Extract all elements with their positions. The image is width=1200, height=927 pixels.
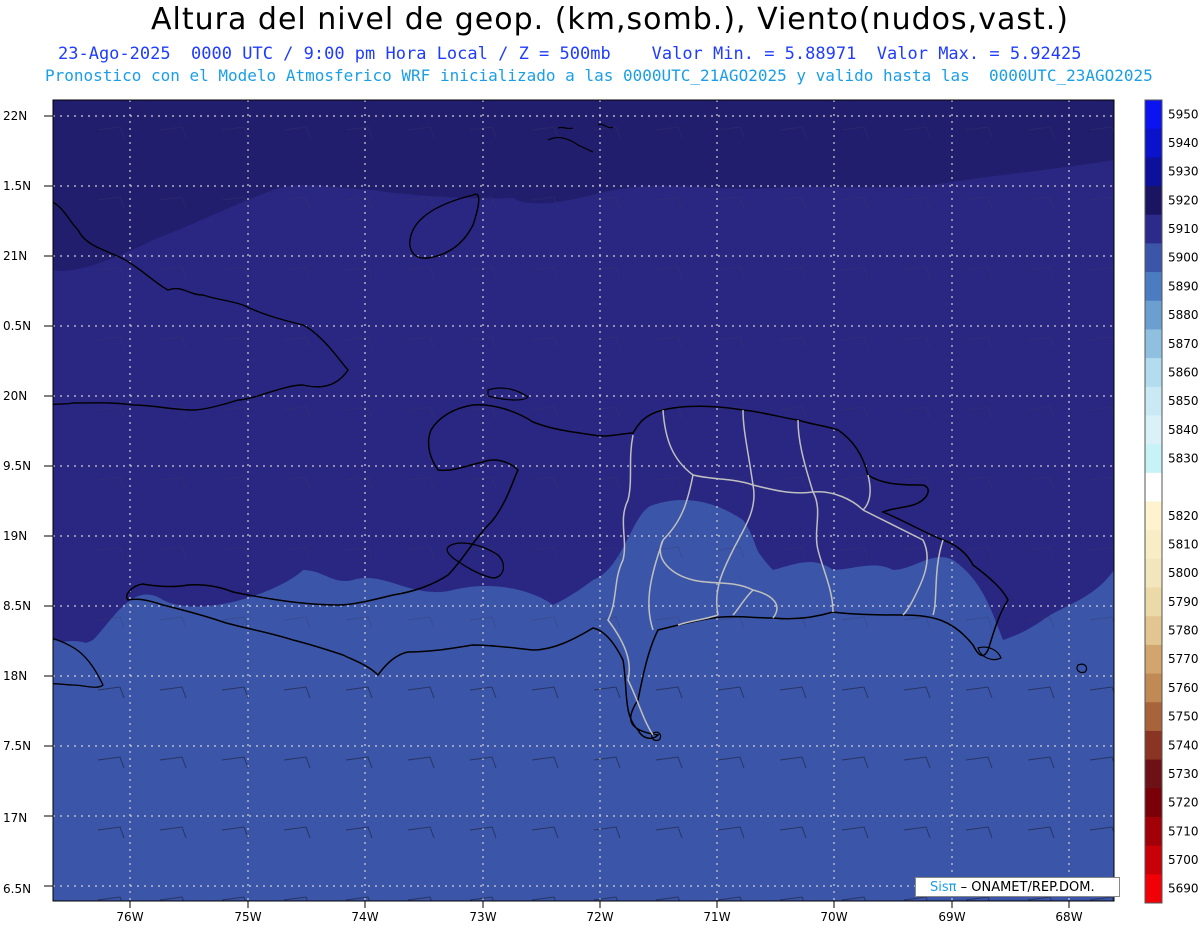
colorbar-label: 5930 bbox=[1168, 165, 1199, 179]
colorbar-swatch bbox=[1145, 300, 1162, 330]
colorbar-swatch bbox=[1145, 673, 1162, 703]
colorbar-swatch bbox=[1145, 644, 1162, 675]
colorbar-swatch bbox=[1145, 845, 1162, 875]
geopotential-map bbox=[42, 100, 1117, 909]
colorbar-label: 5800 bbox=[1168, 566, 1199, 580]
colorbar-label: 5730 bbox=[1168, 767, 1199, 781]
colorbar-frame bbox=[1144, 99, 1163, 904]
colorbar-label: 5690 bbox=[1168, 882, 1199, 896]
colorbar-swatch bbox=[1145, 386, 1162, 416]
lon-label: 69W bbox=[938, 910, 965, 924]
colorbar-swatch bbox=[1145, 186, 1162, 216]
colorbar-swatch bbox=[1145, 558, 1162, 589]
colorbar-swatch bbox=[1145, 329, 1162, 359]
lon-label: 71W bbox=[703, 910, 730, 924]
lat-label: 18N bbox=[3, 669, 27, 683]
lat-label: 1.5N bbox=[3, 179, 31, 193]
colorbar-swatch bbox=[1145, 157, 1162, 187]
lat-label: 6.5N bbox=[3, 882, 31, 896]
colorbar-label: 5900 bbox=[1168, 251, 1199, 265]
colorbar-label: 5720 bbox=[1168, 796, 1199, 810]
lat-label: 17N bbox=[3, 811, 27, 825]
credit-box: Sisπ – ONAMET/REP.DOM. bbox=[915, 877, 1120, 897]
colorbar-label: 5760 bbox=[1168, 681, 1199, 695]
colorbar-label: 5920 bbox=[1168, 193, 1199, 207]
colorbar-swatch bbox=[1145, 128, 1162, 158]
lat-label: 0.5N bbox=[3, 319, 31, 333]
colorbar-swatch bbox=[1145, 243, 1162, 273]
colorbar-swatch bbox=[1145, 788, 1162, 818]
lon-label: 74W bbox=[351, 910, 378, 924]
lat-label: 21N bbox=[3, 249, 27, 263]
colorbar-label: 5840 bbox=[1168, 423, 1199, 437]
colorbar-label: 5830 bbox=[1168, 451, 1199, 465]
colorbar-swatch bbox=[1145, 501, 1162, 531]
colorbar-label: 5770 bbox=[1168, 652, 1199, 666]
lat-label: 22N bbox=[3, 109, 27, 123]
colorbar-swatch bbox=[1145, 816, 1162, 847]
lat-label: 8.5N bbox=[3, 599, 31, 613]
colorbar-label: 5810 bbox=[1168, 538, 1199, 552]
colorbar-label: 5780 bbox=[1168, 624, 1199, 638]
colorbar-label: 5890 bbox=[1168, 279, 1199, 293]
forecast-time-line: 23-Ago-2025 0000 UTC / 9:00 pm Hora Loca… bbox=[58, 44, 1082, 64]
map-title: Altura del nivel de geop. (km,somb.), Vi… bbox=[151, 2, 1069, 37]
colorbar-swatch bbox=[1145, 415, 1162, 445]
colorbar-swatch bbox=[1145, 358, 1162, 388]
lat-label: 19N bbox=[3, 529, 27, 543]
colorbar-label: 5740 bbox=[1168, 738, 1199, 752]
colorbar-swatch bbox=[1145, 530, 1162, 560]
colorbar-label: 5790 bbox=[1168, 595, 1199, 609]
sispi-brand: Sisπ bbox=[930, 880, 957, 895]
colorbar: 5950 5940 5930 5920 5910 5900 5890 5880 5870 5860… bbox=[1144, 99, 1199, 904]
colorbar-swatch bbox=[1145, 472, 1162, 502]
lon-label: 76W bbox=[116, 910, 143, 924]
colorbar-swatch bbox=[1145, 730, 1162, 761]
colorbar-label: 5910 bbox=[1168, 222, 1199, 236]
colorbar-swatch bbox=[1145, 214, 1162, 244]
colorbar-label: 5950 bbox=[1168, 107, 1199, 121]
lon-label: 70W bbox=[820, 910, 847, 924]
lat-label: 20N bbox=[3, 389, 27, 403]
colorbar-label: 5750 bbox=[1168, 710, 1199, 724]
colorbar-swatch bbox=[1145, 444, 1162, 474]
lon-label: 72W bbox=[586, 910, 613, 924]
colorbar-swatch bbox=[1145, 874, 1162, 904]
colorbar-swatch bbox=[1145, 759, 1162, 789]
lat-label: 7.5N bbox=[3, 739, 31, 753]
colorbar-label: 5870 bbox=[1168, 337, 1199, 351]
lat-axis: 22N 1.5N 21N 0.5N 20N 9.5N 19N 8.5N 18N … bbox=[3, 109, 31, 896]
colorbar-swatch bbox=[1145, 100, 1162, 130]
colorbar-label: 5700 bbox=[1168, 853, 1199, 867]
colorbar-swatch bbox=[1145, 587, 1162, 617]
lon-label: 68W bbox=[1055, 910, 1082, 924]
colorbar-swatch bbox=[1145, 616, 1162, 646]
colorbar-label: 5880 bbox=[1168, 308, 1199, 322]
model-info-line: Pronostico con el Modelo Atmosferico WRF… bbox=[45, 66, 1153, 85]
lon-label: 75W bbox=[234, 910, 261, 924]
colorbar-label: 5860 bbox=[1168, 365, 1199, 379]
map-panel[interactable] bbox=[42, 100, 1117, 909]
colorbar-label: 5940 bbox=[1168, 136, 1199, 150]
lon-axis: 76W 75W 74W 73W 72W 71W 70W 69W 68W bbox=[116, 910, 1082, 924]
lat-label: 9.5N bbox=[3, 459, 31, 473]
colorbar-swatch bbox=[1145, 272, 1162, 302]
credit-text: – ONAMET/REP.DOM. bbox=[960, 880, 1095, 895]
lon-label: 73W bbox=[469, 910, 496, 924]
colorbar-label: 5820 bbox=[1168, 509, 1199, 523]
colorbar-swatch bbox=[1145, 702, 1162, 732]
colorbar-label: 5850 bbox=[1168, 394, 1199, 408]
colorbar-label: 5710 bbox=[1168, 824, 1199, 838]
